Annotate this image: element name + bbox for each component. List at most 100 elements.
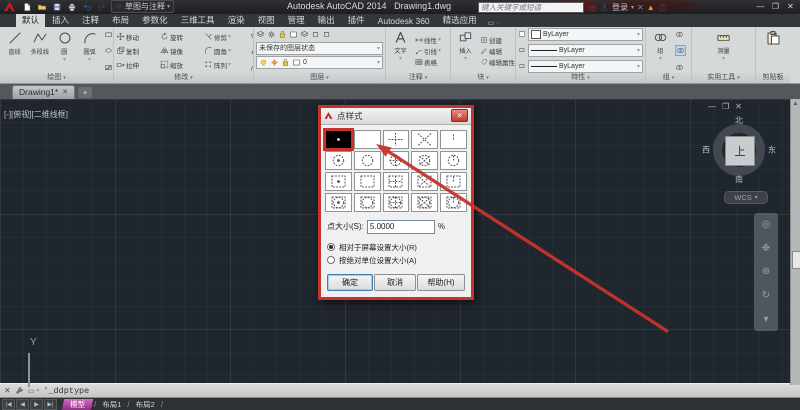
圆弧-button[interactable]: 圆弧 ▾: [77, 29, 102, 73]
point-style-6[interactable]: [353, 150, 381, 170]
point-style-1[interactable]: [353, 129, 381, 149]
point-style-18[interactable]: [411, 192, 439, 212]
paste-button[interactable]: [761, 29, 786, 46]
point-style-12[interactable]: [382, 171, 410, 191]
layer-state-dropdown[interactable]: 未保存的图层状态 ▾: [256, 41, 383, 55]
command-close-icon[interactable]: ✕: [4, 386, 11, 395]
point-style-0-selected[interactable]: [323, 127, 354, 151]
wrench-icon[interactable]: [15, 386, 24, 395]
chevron-down-icon[interactable]: ▾: [631, 4, 634, 11]
close-button[interactable]: ✕: [735, 102, 742, 111]
tab-model[interactable]: 模型: [61, 398, 94, 410]
ribbon-tab-插件[interactable]: 插件: [342, 13, 371, 27]
viewcube-top-face[interactable]: 上: [725, 135, 755, 166]
orbit-icon[interactable]: ↻: [762, 290, 770, 301]
new-drawing-button[interactable]: +: [78, 86, 93, 98]
point-style-8[interactable]: [411, 150, 439, 170]
point-style-7[interactable]: [382, 150, 410, 170]
radio-icon[interactable]: [327, 256, 335, 265]
next-tab-button[interactable]: ▶: [30, 398, 43, 410]
prev-tab-button[interactable]: ◀: [16, 398, 29, 410]
ellipse-tool-button[interactable]: ▾: [104, 46, 113, 55]
ribbon-tab-视图[interactable]: 视图: [252, 13, 281, 27]
radio-absolute-units[interactable]: 按绝对单位设置大小(A): [327, 255, 465, 266]
point-style-2[interactable]: [382, 129, 410, 149]
圆-button[interactable]: 圆 ▾: [52, 29, 77, 73]
erase-tool-button[interactable]: [250, 30, 253, 39]
viewport-controls-label[interactable]: [-][俯视][二维线框]: [4, 109, 68, 120]
point-style-19[interactable]: [440, 192, 467, 212]
wrench-icon[interactable]: [15, 382, 24, 400]
vertical-scrollbar[interactable]: ▲: [790, 98, 800, 385]
panel-label-block[interactable]: 块 ▾: [451, 72, 515, 83]
point-style-11[interactable]: [353, 171, 381, 191]
close-icon[interactable]: ✕: [62, 88, 68, 96]
workspace-switcher[interactable]: 草图与注释 ▾: [111, 0, 175, 14]
viewcube-west[interactable]: 西: [702, 144, 710, 155]
arc-tool-button[interactable]: [250, 63, 253, 72]
ribbon-tab-三维工具[interactable]: 三维工具: [175, 13, 221, 27]
tab-layout2[interactable]: 布局2: [132, 399, 159, 410]
panel-label-utilities[interactable]: 实用工具 ▾: [692, 72, 755, 83]
property-dropdown-1[interactable]: ByLayer ▾: [518, 43, 643, 57]
search-input[interactable]: [478, 2, 584, 13]
exchange-apps-icon[interactable]: ▲: [647, 3, 655, 12]
ribbon-tab-注释[interactable]: 注释: [76, 13, 105, 27]
viewcube-east[interactable]: 东: [768, 144, 776, 155]
hatch-tool-button[interactable]: ▾: [104, 63, 113, 72]
radio-relative-to-screen[interactable]: 相对于屏幕设置大小(R): [327, 242, 465, 253]
tab-layout1[interactable]: 布局1: [98, 399, 125, 410]
signin-label[interactable]: 登录: [612, 2, 628, 13]
组-button[interactable]: 组 ▾: [648, 29, 673, 62]
point-style-15[interactable]: [325, 192, 352, 212]
ribbon-tab-Autodesk 360[interactable]: Autodesk 360: [372, 15, 436, 27]
point-style-5[interactable]: [325, 150, 352, 170]
panel-label-groups[interactable]: 组 ▾: [646, 72, 691, 83]
表格-button[interactable]: 表格: [415, 57, 441, 67]
search-binoculars-icon[interactable]: [587, 3, 597, 13]
point-style-13[interactable]: [411, 171, 439, 191]
file-tab-drawing1[interactable]: Drawing1* ✕: [12, 84, 76, 99]
缩放-button[interactable]: 缩放: [160, 58, 204, 72]
移动-button[interactable]: 移动: [116, 30, 160, 44]
旋转-button[interactable]: 旋转: [160, 30, 204, 44]
open-file-button[interactable]: [35, 1, 48, 13]
point-style-9[interactable]: [440, 150, 467, 170]
zoom-icon[interactable]: ⊕: [762, 266, 770, 277]
panel-label-draw[interactable]: 绘图 ▾: [0, 72, 113, 83]
autocad-logo-icon[interactable]: [2, 0, 17, 13]
ribbon-tab-参数化[interactable]: 参数化: [136, 13, 174, 27]
plot-button[interactable]: [65, 1, 78, 13]
point-style-17[interactable]: [382, 192, 410, 212]
radio-icon[interactable]: [327, 243, 335, 252]
property-dropdown-0[interactable]: ByLayer ▾: [518, 27, 643, 41]
minimize-button[interactable]: —: [753, 0, 768, 12]
文字-button[interactable]: 文字 ▾: [388, 29, 413, 62]
restore-button[interactable]: ❐: [768, 0, 783, 12]
ribbon-tab-默认[interactable]: 默认: [16, 12, 46, 27]
last-tab-button[interactable]: ▶|: [44, 398, 57, 410]
point-style-16[interactable]: [353, 192, 381, 212]
scroll-up-icon[interactable]: ▲: [791, 99, 800, 109]
edit-tool-button[interactable]: [250, 46, 253, 55]
测量-button[interactable]: 测量 ▾: [711, 29, 736, 62]
help-icon[interactable]: [658, 3, 667, 12]
ribbon-tab-布局[interactable]: 布局: [106, 13, 135, 27]
阵列-button[interactable]: 阵列 ▾: [204, 58, 248, 72]
引线-button[interactable]: 引线 ▾: [415, 46, 441, 56]
point-style-14[interactable]: [440, 171, 467, 191]
drawing-area[interactable]: [-][俯视][二维线框] — ❐ ✕ ▲ ◎ ✥ ⊕ ↻ ▾ 北 南 西 东 上 WC…: [0, 98, 800, 387]
dialog-close-button[interactable]: ✕: [451, 109, 468, 123]
编辑属性-button[interactable]: 编辑属性: [480, 57, 515, 67]
property-dropdown-2[interactable]: ByLayer ▾: [518, 59, 643, 73]
command-text[interactable]: '_ddptype: [43, 386, 89, 396]
viewcube-north[interactable]: 北: [735, 115, 743, 126]
ok-button[interactable]: 确定: [327, 273, 373, 291]
ribbon-tab-精选应用[interactable]: 精选应用: [437, 13, 483, 27]
ribbon-tab-渲染[interactable]: 渲染: [222, 13, 251, 27]
圆角-button[interactable]: 圆角 ▾: [204, 44, 248, 58]
undo-button[interactable]: [80, 1, 93, 13]
save-button[interactable]: [50, 1, 63, 13]
scrollbar-thumb[interactable]: [792, 250, 800, 269]
first-tab-button[interactable]: |◀: [2, 398, 15, 410]
